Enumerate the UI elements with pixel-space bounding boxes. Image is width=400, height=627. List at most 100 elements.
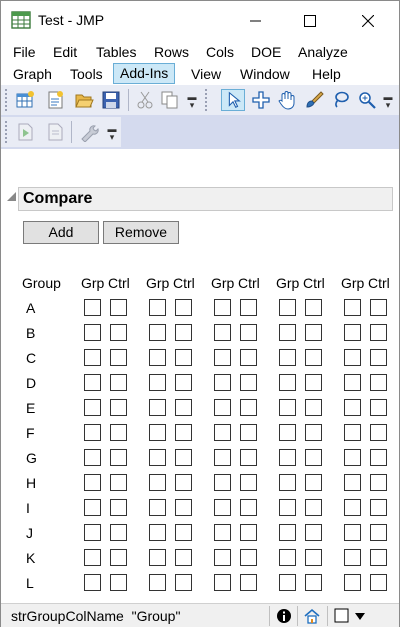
- toolbar-grip[interactable]: [205, 89, 208, 111]
- ctrl-checkbox[interactable]: [110, 574, 127, 591]
- window-list-icon[interactable]: [333, 607, 369, 625]
- grp-checkbox[interactable]: [149, 549, 166, 566]
- ctrl-checkbox[interactable]: [240, 574, 257, 591]
- grp-checkbox[interactable]: [149, 574, 166, 591]
- toolbar-overflow-button[interactable]: ▬ ▾: [187, 93, 197, 110]
- home-icon[interactable]: [303, 607, 321, 625]
- menu-doe[interactable]: DOE: [249, 42, 283, 63]
- grp-checkbox[interactable]: [279, 574, 296, 591]
- ctrl-checkbox[interactable]: [110, 324, 127, 341]
- ctrl-checkbox[interactable]: [175, 449, 192, 466]
- ctrl-checkbox[interactable]: [110, 299, 127, 316]
- ctrl-checkbox[interactable]: [370, 499, 387, 516]
- ctrl-checkbox[interactable]: [240, 399, 257, 416]
- grp-checkbox[interactable]: [214, 524, 231, 541]
- menu-tables[interactable]: Tables: [94, 42, 138, 63]
- grp-checkbox[interactable]: [149, 399, 166, 416]
- grp-checkbox[interactable]: [214, 499, 231, 516]
- maximize-button[interactable]: [283, 1, 337, 40]
- ctrl-checkbox[interactable]: [370, 324, 387, 341]
- ctrl-checkbox[interactable]: [305, 399, 322, 416]
- grp-checkbox[interactable]: [84, 449, 101, 466]
- ctrl-checkbox[interactable]: [305, 549, 322, 566]
- ctrl-checkbox[interactable]: [240, 324, 257, 341]
- ctrl-checkbox[interactable]: [305, 574, 322, 591]
- grp-checkbox[interactable]: [84, 499, 101, 516]
- ctrl-checkbox[interactable]: [175, 424, 192, 441]
- brush-icon[interactable]: [304, 90, 324, 110]
- grp-checkbox[interactable]: [214, 374, 231, 391]
- grp-checkbox[interactable]: [84, 549, 101, 566]
- ctrl-checkbox[interactable]: [175, 524, 192, 541]
- grp-checkbox[interactable]: [344, 299, 361, 316]
- info-icon[interactable]: [275, 607, 293, 625]
- toolbar-grip[interactable]: [5, 89, 8, 111]
- grp-checkbox[interactable]: [214, 474, 231, 491]
- close-button[interactable]: [341, 1, 395, 40]
- ctrl-checkbox[interactable]: [110, 549, 127, 566]
- ctrl-checkbox[interactable]: [240, 499, 257, 516]
- menu-graph[interactable]: Graph: [11, 64, 54, 85]
- menu-add-ins[interactable]: Add-Ins: [113, 63, 176, 84]
- remove-button[interactable]: Remove: [103, 221, 179, 244]
- ctrl-checkbox[interactable]: [175, 324, 192, 341]
- grp-checkbox[interactable]: [279, 324, 296, 341]
- grp-checkbox[interactable]: [214, 424, 231, 441]
- outline-box-compare[interactable]: Compare: [18, 187, 393, 211]
- grp-checkbox[interactable]: [279, 299, 296, 316]
- menu-help[interactable]: Help: [310, 64, 343, 85]
- menu-file[interactable]: File: [11, 42, 38, 63]
- wrench-icon[interactable]: [79, 122, 99, 142]
- ctrl-checkbox[interactable]: [240, 549, 257, 566]
- grp-checkbox[interactable]: [214, 449, 231, 466]
- copy-icon[interactable]: [160, 90, 180, 110]
- grp-checkbox[interactable]: [84, 349, 101, 366]
- menu-edit[interactable]: Edit: [51, 42, 79, 63]
- ctrl-checkbox[interactable]: [370, 399, 387, 416]
- ctrl-checkbox[interactable]: [110, 474, 127, 491]
- ctrl-checkbox[interactable]: [175, 349, 192, 366]
- menu-view[interactable]: View: [189, 64, 223, 85]
- menu-window[interactable]: Window: [238, 64, 292, 85]
- grp-checkbox[interactable]: [279, 374, 296, 391]
- grp-checkbox[interactable]: [344, 524, 361, 541]
- ctrl-checkbox[interactable]: [370, 574, 387, 591]
- outline-disclosure-icon[interactable]: [7, 192, 16, 201]
- ctrl-checkbox[interactable]: [370, 474, 387, 491]
- grp-checkbox[interactable]: [149, 424, 166, 441]
- ctrl-checkbox[interactable]: [305, 524, 322, 541]
- menu-analyze[interactable]: Analyze: [296, 42, 350, 63]
- ctrl-checkbox[interactable]: [110, 349, 127, 366]
- ctrl-checkbox[interactable]: [240, 524, 257, 541]
- grp-checkbox[interactable]: [214, 399, 231, 416]
- toolbar-overflow-button[interactable]: ▬ ▾: [383, 93, 393, 110]
- toolbar-grip[interactable]: [5, 121, 8, 143]
- open-folder-icon[interactable]: [74, 90, 94, 110]
- new-script-icon[interactable]: [45, 90, 65, 110]
- menu-cols[interactable]: Cols: [204, 42, 236, 63]
- grp-checkbox[interactable]: [149, 324, 166, 341]
- grp-checkbox[interactable]: [214, 574, 231, 591]
- ctrl-checkbox[interactable]: [110, 524, 127, 541]
- grp-checkbox[interactable]: [279, 499, 296, 516]
- grp-checkbox[interactable]: [84, 524, 101, 541]
- ctrl-checkbox[interactable]: [305, 499, 322, 516]
- ctrl-checkbox[interactable]: [175, 474, 192, 491]
- grp-checkbox[interactable]: [84, 424, 101, 441]
- grp-checkbox[interactable]: [344, 349, 361, 366]
- ctrl-checkbox[interactable]: [240, 474, 257, 491]
- grp-checkbox[interactable]: [149, 499, 166, 516]
- grp-checkbox[interactable]: [84, 374, 101, 391]
- grp-checkbox[interactable]: [344, 324, 361, 341]
- ctrl-checkbox[interactable]: [305, 349, 322, 366]
- new-data-table-icon[interactable]: [15, 90, 35, 110]
- ctrl-checkbox[interactable]: [175, 499, 192, 516]
- ctrl-checkbox[interactable]: [370, 549, 387, 566]
- ctrl-checkbox[interactable]: [370, 349, 387, 366]
- grp-checkbox[interactable]: [279, 449, 296, 466]
- minimize-button[interactable]: [229, 1, 283, 40]
- grp-checkbox[interactable]: [279, 524, 296, 541]
- ctrl-checkbox[interactable]: [175, 574, 192, 591]
- grp-checkbox[interactable]: [149, 349, 166, 366]
- ctrl-checkbox[interactable]: [370, 449, 387, 466]
